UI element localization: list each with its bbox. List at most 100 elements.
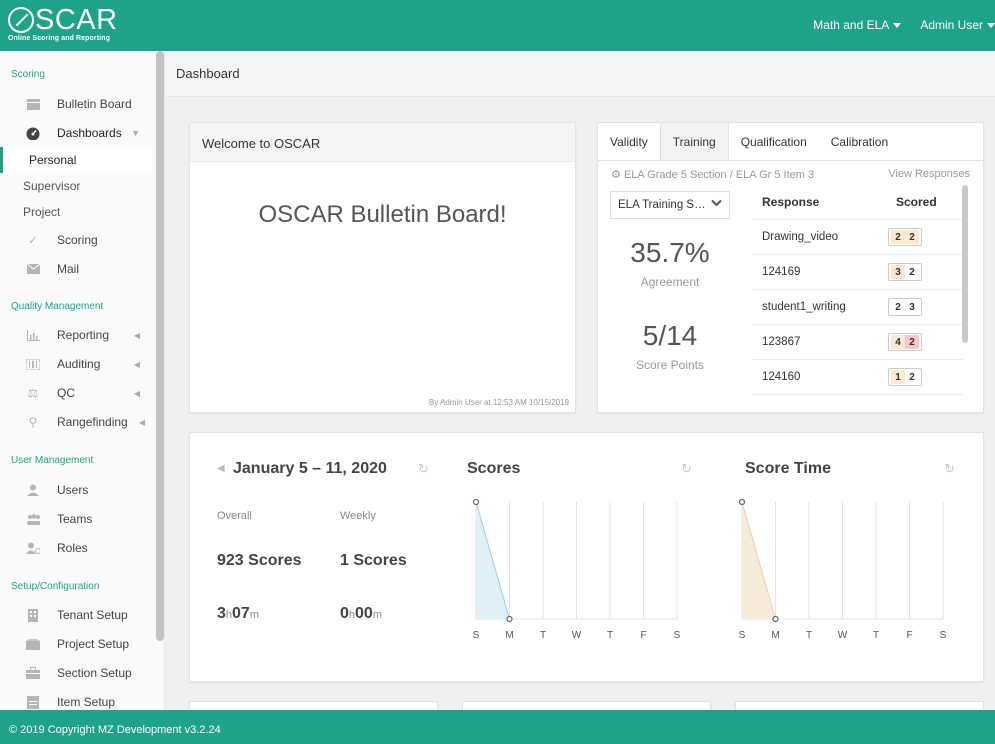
sidebar-item-auditing[interactable]: Auditing ◀: [0, 351, 152, 377]
training-set-value: ELA Training S…: [618, 199, 706, 211]
sidebar-item-label: Teams: [57, 512, 93, 526]
x-tick-label: M: [505, 630, 513, 641]
table-row[interactable]: 123867 4 2: [753, 325, 963, 360]
sidebar-item-users[interactable]: Users: [0, 477, 152, 503]
sidebar-subitem-supervisor[interactable]: Supervisor: [0, 173, 152, 199]
view-responses-link[interactable]: View Responses: [888, 168, 970, 180]
sidebar-item-rangefinding[interactable]: ⚲ Rangefinding ◀: [0, 409, 152, 435]
score-a: 3: [891, 265, 905, 279]
sidebar-item-section-setup[interactable]: Section Setup: [0, 660, 152, 686]
chevron-down-icon: ▼: [131, 128, 140, 138]
chevron-left-icon: ◀: [138, 417, 145, 427]
sidebar-item-label: Reporting: [57, 328, 110, 342]
responses-scrollbar[interactable]: [962, 185, 968, 343]
nav-project-dropdown[interactable]: Math and ELA: [813, 18, 902, 32]
score-a: 2: [891, 230, 905, 244]
logo-o-icon: [8, 7, 34, 33]
sidebar-item-roles[interactable]: Roles: [0, 535, 152, 561]
x-tick-label: W: [838, 630, 848, 641]
welcome-card: Welcome to OSCAR OSCAR Bulletin Board! B…: [189, 122, 576, 413]
tab-qualification[interactable]: Qualification: [729, 123, 819, 160]
previous-week-icon[interactable]: ◀: [217, 463, 225, 474]
table-row[interactable]: 124160 1 2: [753, 360, 963, 395]
training-set-select[interactable]: ELA Training S…: [610, 191, 730, 219]
sidebar-item-label: Tenant Setup: [57, 608, 128, 622]
tab-training[interactable]: Training: [659, 123, 729, 160]
page-header: Dashboard: [165, 51, 995, 97]
briefcase-icon: [26, 667, 40, 679]
sidebar-item-label: Rangefinding: [57, 415, 128, 429]
sidebar-item-tenant-setup[interactable]: Tenant Setup: [0, 602, 152, 628]
minute-unit: m: [372, 609, 382, 621]
validity-tabs: Validity Training Qualification Calibrat…: [598, 123, 983, 161]
refresh-icon[interactable]: ↻: [681, 461, 692, 477]
sidebar-item-mail[interactable]: Mail: [0, 256, 152, 282]
bottom-card-3: [735, 701, 984, 710]
agreement-label: Agreement: [640, 275, 700, 289]
table-row[interactable]: student1_writing 2 3: [753, 290, 963, 325]
x-tick-label: T: [873, 630, 879, 641]
data-point: [506, 615, 513, 623]
sidebar-item-label: Scoring: [57, 233, 98, 247]
box-icon: [26, 638, 40, 650]
overall-time: 3h07m: [217, 605, 259, 623]
score-a: 2: [891, 300, 905, 314]
sidebar-item-reporting[interactable]: Reporting ◀: [0, 322, 152, 348]
sidebar-item-qc[interactable]: ⚖ QC ◀: [0, 380, 152, 406]
barcode-icon: [26, 358, 40, 370]
team-icon: [26, 513, 40, 525]
sidebar-item-scoring[interactable]: ✓ Scoring: [0, 227, 152, 253]
score-a: 4: [891, 335, 905, 349]
sidebar-item-teams[interactable]: Teams: [0, 506, 152, 532]
document-icon: [26, 695, 40, 709]
welcome-card-title: Welcome to OSCAR: [190, 123, 575, 162]
weekly-time: 0h00m: [340, 605, 382, 623]
sidebar-item-project-setup[interactable]: Project Setup: [0, 631, 152, 657]
overall-scores: 923 Scores: [217, 552, 302, 569]
x-tick-label: M: [771, 630, 779, 641]
table-row[interactable]: 124169 3 2: [753, 255, 963, 290]
sidebar-scrollbar[interactable]: [156, 51, 164, 641]
compass-icon: ⚲: [28, 415, 38, 429]
table-row[interactable]: Drawing_video 2 2: [753, 220, 963, 255]
sidebar-item-dashboards[interactable]: Dashboards ▼: [0, 120, 152, 146]
tab-validity[interactable]: Validity: [598, 123, 660, 160]
minute-unit: m: [249, 609, 259, 621]
sidebar-item-item-setup[interactable]: Item Setup: [0, 689, 152, 710]
oscar-logo[interactable]: SCAR Online Scoring and Reporting: [8, 6, 118, 42]
copyright-text: © 2019 Copyright MZ Development v3.2.24: [9, 724, 221, 736]
logo-text: SCAR: [35, 4, 118, 36]
tab-calibration[interactable]: Calibration: [819, 123, 900, 160]
x-tick-label: T: [540, 630, 546, 641]
sidebar-section-user-management: User Management: [11, 455, 94, 466]
nav-user-dropdown[interactable]: Admin User: [920, 18, 995, 32]
scores-chart-title: Scores: [467, 460, 521, 477]
sidebar-subitem-personal[interactable]: Personal: [0, 147, 152, 173]
score-b: 2: [905, 230, 919, 244]
overall-time-minutes: 07: [232, 605, 250, 622]
bar-chart-icon: [26, 329, 40, 341]
chevron-left-icon: ◀: [133, 388, 140, 398]
validity-card: Validity Training Qualification Calibrat…: [597, 122, 984, 413]
x-tick-label: T: [607, 630, 613, 641]
user-gear-icon: [26, 542, 40, 554]
sidebar-section-scoring: Scoring: [11, 69, 45, 80]
nav-user-label: Admin User: [920, 18, 983, 32]
sidebar-subitem-project[interactable]: Project: [0, 199, 152, 225]
score-points-value: 5/14: [642, 320, 698, 351]
x-tick-label: W: [572, 630, 582, 641]
response-name: 124160: [762, 371, 801, 383]
sidebar-section-setup: Setup/Configuration: [11, 581, 100, 592]
x-tick-label: F: [640, 630, 646, 641]
sidebar: Scoring Bulletin Board Dashboards ▼ Pers…: [0, 51, 165, 710]
score-badge: 23: [888, 298, 922, 316]
weekly-scores: 1 Scores: [340, 552, 407, 569]
page-title: Dashboard: [176, 66, 240, 81]
refresh-icon[interactable]: ↻: [418, 461, 429, 477]
score-b: 2: [905, 265, 919, 279]
logo-subtitle: Online Scoring and Reporting: [8, 35, 110, 42]
score-b: 2: [905, 370, 919, 384]
refresh-icon[interactable]: ↻: [944, 461, 955, 477]
sidebar-item-bulletin-board[interactable]: Bulletin Board: [0, 91, 152, 117]
response-name: student1_writing: [762, 301, 846, 313]
